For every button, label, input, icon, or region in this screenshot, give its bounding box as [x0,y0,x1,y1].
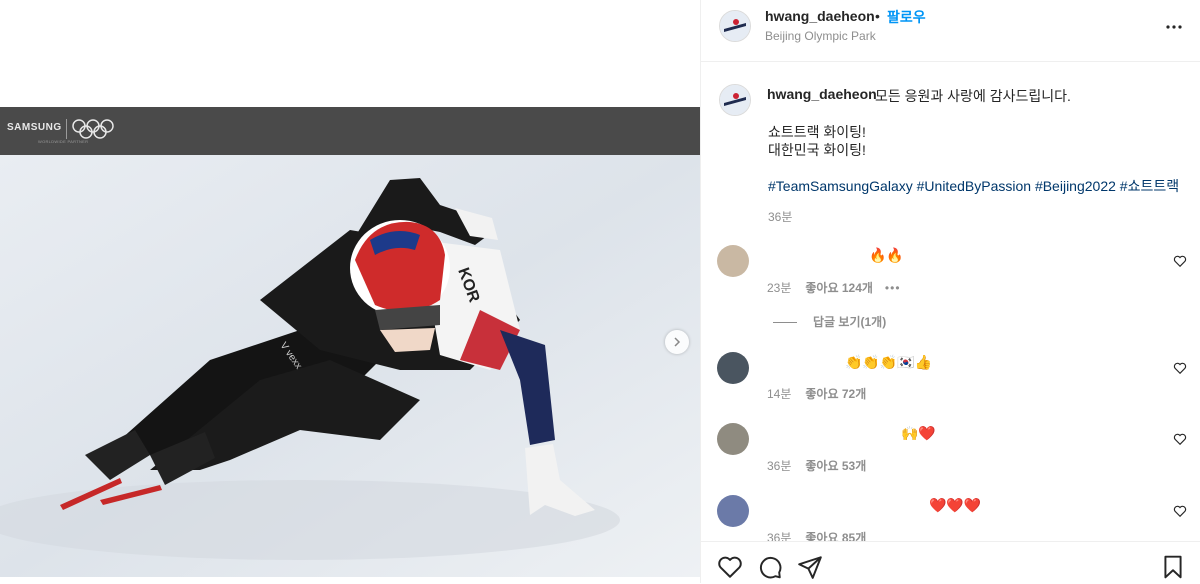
comment-item: 🔥🔥 23분 좋아요 124개 ••• [701,245,1200,305]
caption-text: 모든 응원과 사랑에 감사드립니다. [875,88,1071,104]
post-photo: KOR V vexx [0,155,700,577]
post-action-bar [701,541,1200,584]
comment-item: 👏👏👏🇰🇷👍 14분 좋아요 72개 [701,352,1200,412]
comment-heart-icon[interactable] [1173,254,1187,268]
comment-likes[interactable]: 좋아요 124개 [805,281,873,295]
caption-timestamp: 36분 [768,210,793,224]
share-icon[interactable] [797,554,823,580]
comment-options-icon[interactable]: ••• [885,281,901,295]
commenter-avatar[interactable] [717,352,749,384]
post-location[interactable]: Beijing Olympic Park [765,29,876,43]
comment-text: 🙌❤️ [901,425,936,441]
post-sidebar: hwang_daeheon • 팔로우 Beijing Olympic Park… [701,0,1200,583]
caption-line-2: 쇼트트랙 화이팅! [768,124,866,140]
comment-heart-icon[interactable] [1173,432,1187,446]
post-header: hwang_daeheon • 팔로우 Beijing Olympic Park [701,0,1200,62]
sponsor-divider [66,119,67,139]
caption-username[interactable]: hwang_daeheon [767,86,877,102]
comment-heart-icon[interactable] [1173,504,1187,518]
caption-line-3: 대한민국 화이팅! [768,142,866,158]
sponsor-logo-text: SAMSUNG [7,122,62,133]
comment-time: 36분 [767,531,792,541]
follow-button[interactable]: 팔로우 [887,7,926,27]
commenter-avatar[interactable] [717,495,749,527]
comment-item: 🙌❤️ 36분 좋아요 53개 [701,423,1200,483]
author-avatar[interactable] [719,10,751,42]
commenter-avatar[interactable] [717,423,749,455]
comment-likes[interactable]: 좋아요 85개 [805,531,866,541]
comment-text: 👏👏👏🇰🇷👍 [845,354,933,370]
hashtag-link[interactable]: #TeamSamsungGalaxy [768,178,913,194]
comment-meta: 23분 좋아요 124개 ••• [767,279,901,296]
post-media: SAMSUNG WORLDWIDE PARTNER KOR V vexx [0,0,701,583]
caption-hashtags: #TeamSamsungGalaxy #UnitedByPassion #Bei… [768,176,1179,196]
skater-photo: KOR V vexx [0,155,700,577]
comment-text: ❤️❤️❤️ [929,497,982,513]
author-username[interactable]: hwang_daeheon [765,8,875,24]
comment-meta: 36분 좋아요 53개 [767,457,866,474]
comment-meta: 36분 좋아요 85개 [767,529,866,541]
comment-icon[interactable] [757,554,783,580]
hashtag-link[interactable]: #Beijing2022 [1035,178,1116,194]
reply-line [773,322,797,324]
comment-time: 36분 [767,459,792,473]
caption-avatar[interactable] [719,84,751,116]
comment-text: 🔥🔥 [869,247,904,263]
view-replies-label: 답글 보기(1개) [813,315,887,329]
olympic-rings-icon [72,119,114,139]
view-replies-button[interactable]: 답글 보기(1개) [773,313,886,330]
comment-item: ❤️❤️❤️ 36분 좋아요 85개 [701,495,1200,541]
next-image-button[interactable] [665,330,689,354]
heart-icon[interactable] [717,554,743,580]
comment-likes[interactable]: 좋아요 53개 [805,459,866,473]
comment-heart-icon[interactable] [1173,361,1187,375]
comment-time: 14분 [767,387,792,401]
comment-meta: 14분 좋아요 72개 [767,385,866,402]
chevron-right-icon [674,337,681,347]
separator-dot: • [875,8,880,24]
commenter-avatar[interactable] [717,245,749,277]
hashtag-link[interactable]: #UnitedByPassion [917,178,1031,194]
more-icon[interactable] [1162,15,1186,39]
comment-likes[interactable]: 좋아요 72개 [805,387,866,401]
bookmark-icon[interactable] [1160,554,1186,580]
comment-time: 23분 [767,281,792,295]
hashtag-link[interactable]: #쇼트트랙 [1120,178,1179,194]
sponsor-banner: SAMSUNG WORLDWIDE PARTNER [0,107,700,155]
